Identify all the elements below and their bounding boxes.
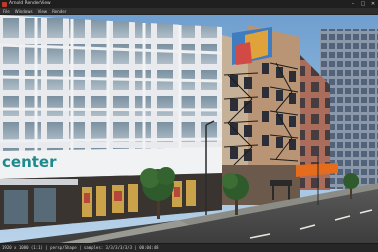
menu-render[interactable]: Render — [52, 8, 66, 15]
status-bar: 1920 x 1080 (1:1) | persp/Shape | sample… — [0, 243, 378, 252]
render-status-text: 1920 x 1080 (1:1) | persp/Shape | sample… — [2, 245, 159, 250]
rendered-street-scene: center — [0, 15, 378, 243]
menu-windows[interactable]: Windows — [15, 8, 33, 15]
render-viewport[interactable]: center — [0, 15, 378, 243]
close-icon[interactable]: ✕ — [370, 0, 376, 8]
maximize-icon[interactable]: □ — [360, 0, 366, 8]
arnold-logo-icon — [2, 1, 7, 7]
window-controls: – □ ✕ — [350, 0, 376, 8]
minimize-icon[interactable]: – — [350, 0, 356, 8]
menu-bar: File Windows View Render — [0, 8, 378, 15]
store-sign: center — [2, 153, 57, 171]
menu-file[interactable]: File — [3, 8, 10, 15]
menu-view[interactable]: View — [38, 8, 48, 15]
